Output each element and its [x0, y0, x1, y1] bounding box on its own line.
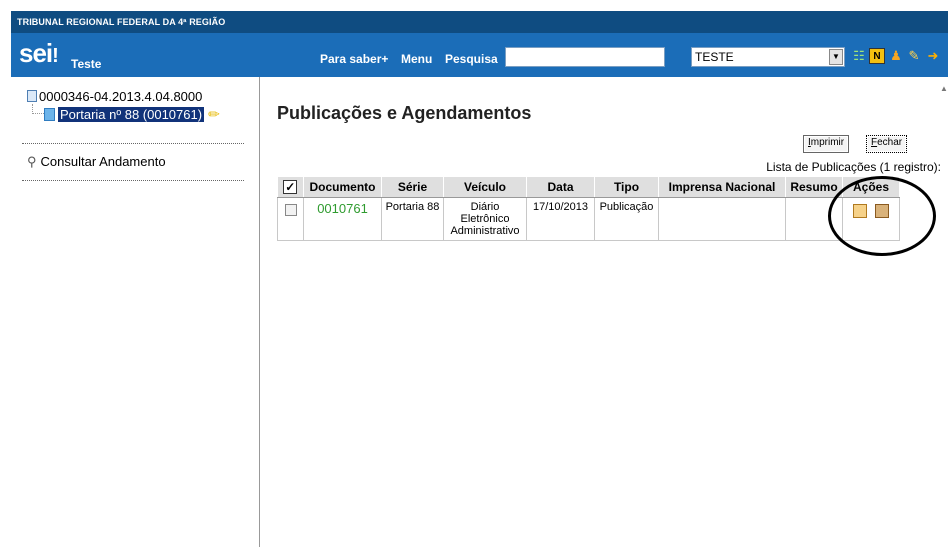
col-serie: Série [381, 177, 444, 198]
pencil-icon[interactable]: ✏ [208, 106, 220, 123]
table-row: 0010761 Portaria 88 Diário Eletrônico Ad… [277, 196, 900, 241]
unit-select[interactable]: TESTE ▼ [691, 47, 845, 67]
select-all-header[interactable]: ✓ [277, 177, 304, 198]
unit-select-value: TESTE [695, 50, 734, 64]
search-input[interactable] [505, 47, 665, 67]
publications-table: ✓ Documento Série Veículo Data Tipo Impr… [277, 177, 900, 241]
logo-dot: ! [52, 45, 59, 67]
print-button[interactable]: Imprimir [803, 135, 850, 153]
page-margin [0, 0, 11, 547]
exit-icon[interactable]: ➜ [925, 48, 941, 64]
cell-veiculo: Diário Eletrônico Administrativo [443, 196, 527, 241]
grid-icon[interactable]: ☷ [851, 48, 867, 64]
col-veiculo: Veículo [443, 177, 527, 198]
cell-data: 17/10/2013 [526, 196, 595, 241]
user-icon[interactable]: ♟ [888, 48, 904, 64]
divider [22, 180, 244, 181]
chevron-down-icon[interactable]: ▼ [829, 49, 843, 65]
document-label: Portaria nº 88 (0010761) [58, 107, 205, 122]
cell-documento: 0010761 [303, 196, 382, 241]
list-caption: Lista de Publicações (1 registro): [766, 160, 941, 174]
link-menu[interactable]: Menu [401, 52, 432, 66]
magnifier-icon: ⚲ [27, 154, 37, 169]
print-label: mprimir [810, 137, 845, 148]
document-link[interactable]: 0010761 [317, 201, 368, 216]
link-para-saber[interactable]: Para saber+ [320, 52, 388, 66]
edit-publication-icon[interactable] [853, 203, 867, 218]
tree-connector [32, 104, 44, 114]
process-icon [27, 90, 37, 102]
link-pesquisa[interactable]: Pesquisa [445, 52, 498, 66]
col-acoes: Ações [842, 177, 900, 198]
scroll-up-icon[interactable]: ▲ [940, 84, 948, 93]
cell-imprensa [658, 196, 786, 241]
divider [22, 143, 244, 144]
cell-acoes [842, 196, 900, 241]
col-resumo: Resumo [785, 177, 843, 198]
tools-icon[interactable]: ✎ [906, 48, 922, 64]
close-label: echar [877, 137, 903, 148]
sei-logo[interactable]: sei! [19, 38, 59, 69]
unit-label: Teste [71, 57, 102, 71]
close-button[interactable]: Fechar [866, 135, 908, 153]
col-documento: Documento [303, 177, 382, 198]
note-icon[interactable]: N [869, 48, 885, 64]
header: sei! Teste Para saber+ Menu Pesquisa TES… [11, 33, 948, 77]
row-select-cell [277, 196, 304, 241]
select-all-checkbox[interactable]: ✓ [283, 179, 298, 194]
cell-tipo: Publicação [594, 196, 659, 241]
page-title: Publicações e Agendamentos [277, 103, 532, 123]
sidebar: 0000346-04.2013.4.04.8000 Portaria nº 88… [11, 77, 260, 547]
consult-link[interactable]: ⚲ Consultar Andamento [27, 154, 166, 170]
process-number: 0000346-04.2013.4.04.8000 [39, 89, 203, 104]
col-tipo: Tipo [594, 177, 659, 198]
top-bar: TRIBUNAL REGIONAL FEDERAL DA 4ª REGIÃO [11, 11, 948, 33]
org-name: TRIBUNAL REGIONAL FEDERAL DA 4ª REGIÃO [17, 17, 226, 27]
main-content: Publicações e Agendamentos Imprimir Fech… [261, 77, 941, 547]
document-icon [44, 108, 55, 121]
logo-text: sei [19, 38, 53, 68]
consult-label: Consultar Andamento [40, 154, 166, 169]
tree-document[interactable]: Portaria nº 88 (0010761) ✏ [44, 106, 220, 123]
cell-serie: Portaria 88 [381, 196, 444, 241]
col-data: Data [526, 177, 595, 198]
table-header-row: ✓ Documento Série Veículo Data Tipo Impr… [277, 177, 900, 198]
col-imprensa: Imprensa Nacional [658, 177, 786, 198]
cell-resumo [785, 196, 843, 241]
view-publication-icon[interactable] [875, 203, 889, 218]
row-checkbox[interactable] [284, 203, 297, 216]
tree-process[interactable]: 0000346-04.2013.4.04.8000 [27, 89, 202, 104]
